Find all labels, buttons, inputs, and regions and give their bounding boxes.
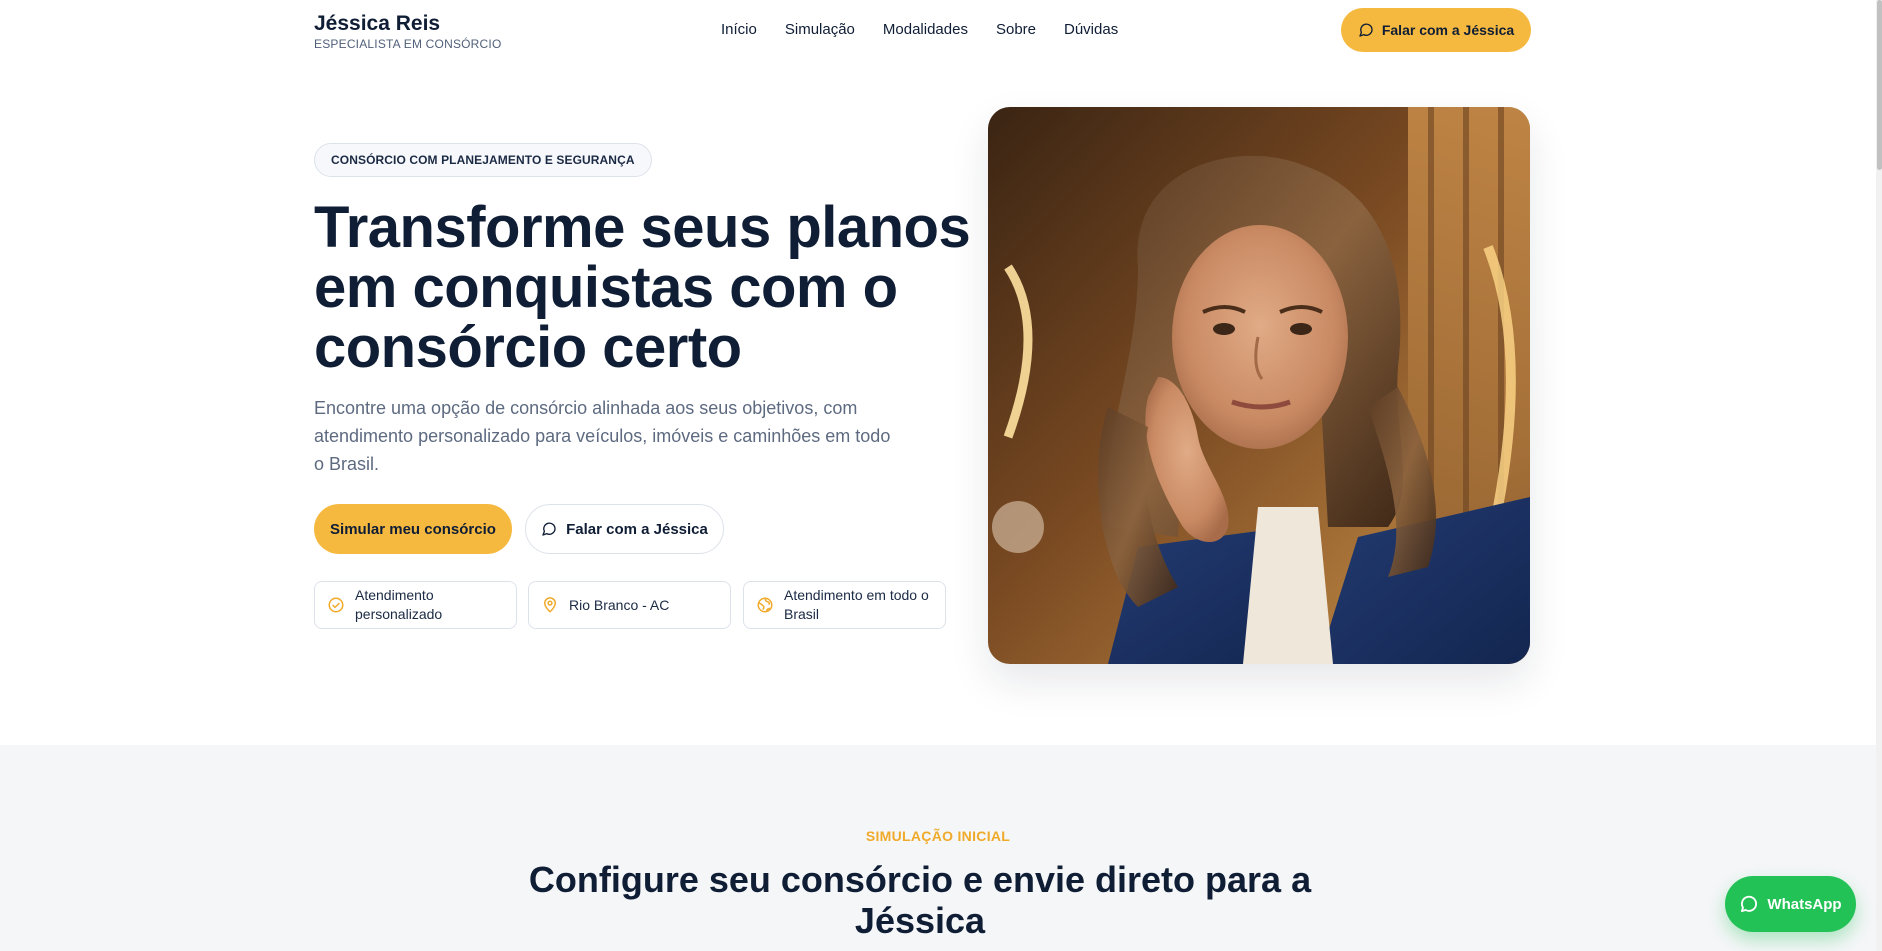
- simulation-title: Configure seu consórcio e envie direto p…: [528, 859, 1312, 941]
- check-circle-icon: [328, 597, 344, 613]
- feature-personalized: Atendimento personalizado: [314, 581, 517, 629]
- nav-inicio[interactable]: Início: [721, 20, 757, 40]
- feature-label: Rio Branco - AC: [569, 596, 670, 613]
- portrait-illustration: [988, 107, 1530, 664]
- nav-duvidas[interactable]: Dúvidas: [1064, 20, 1118, 40]
- whatsapp-label: WhatsApp: [1767, 895, 1842, 913]
- header-contact-label: Falar com a Jéssica: [1381, 22, 1515, 38]
- hero-badge: CONSÓRCIO COM PLANEJAMENTO E SEGURANÇA: [314, 143, 652, 177]
- feature-label: Atendimento personalizado: [355, 587, 443, 622]
- simulate-button[interactable]: Simular meu consórcio: [314, 504, 512, 554]
- nav-sobre[interactable]: Sobre: [996, 20, 1036, 40]
- talk-to-jessica-button[interactable]: Falar com a Jéssica: [525, 504, 724, 554]
- site-header: Jéssica Reis ESPECIALISTA EM CONSÓRCIO I…: [0, 0, 1876, 60]
- hero-headline: Transforme seus planos em conquistas com…: [314, 195, 971, 380]
- nav-modalidades[interactable]: Modalidades: [883, 20, 968, 40]
- brand-name: Jéssica Reis: [314, 12, 441, 35]
- brand[interactable]: Jéssica Reis ESPECIALISTA EM CONSÓRCIO: [314, 12, 501, 51]
- feature-nationwide: Atendimento em todo o Brasil: [743, 581, 946, 629]
- brand-subtitle: ESPECIALISTA EM CONSÓRCIO: [314, 37, 502, 51]
- header-contact-button[interactable]: Falar com a Jéssica: [1341, 8, 1531, 52]
- nav-simulacao[interactable]: Simulação: [785, 20, 855, 40]
- hero-portrait-image: [988, 107, 1530, 664]
- main-nav: Início Simulação Modalidades Sobre Dúvid…: [721, 20, 1118, 40]
- scrollbar-thumb[interactable]: [1877, 0, 1882, 170]
- whatsapp-icon: [1741, 895, 1758, 912]
- feature-location: Rio Branco - AC: [528, 581, 731, 629]
- talk-to-jessica-label: Falar com a Jéssica: [566, 520, 708, 538]
- feature-label: Atendimento em todo o Brasil: [784, 587, 929, 622]
- simulation-eyebrow: SIMULAÇÃO INICIAL: [865, 828, 1011, 844]
- chat-bubble-icon: [1359, 23, 1373, 37]
- hero-description: Encontre uma opção de consórcio alinhada…: [314, 398, 891, 474]
- whatsapp-floating-button[interactable]: WhatsApp: [1725, 876, 1856, 932]
- map-pin-icon: [544, 597, 556, 613]
- chat-bubble-icon: [542, 522, 556, 536]
- globe-icon: [757, 597, 773, 613]
